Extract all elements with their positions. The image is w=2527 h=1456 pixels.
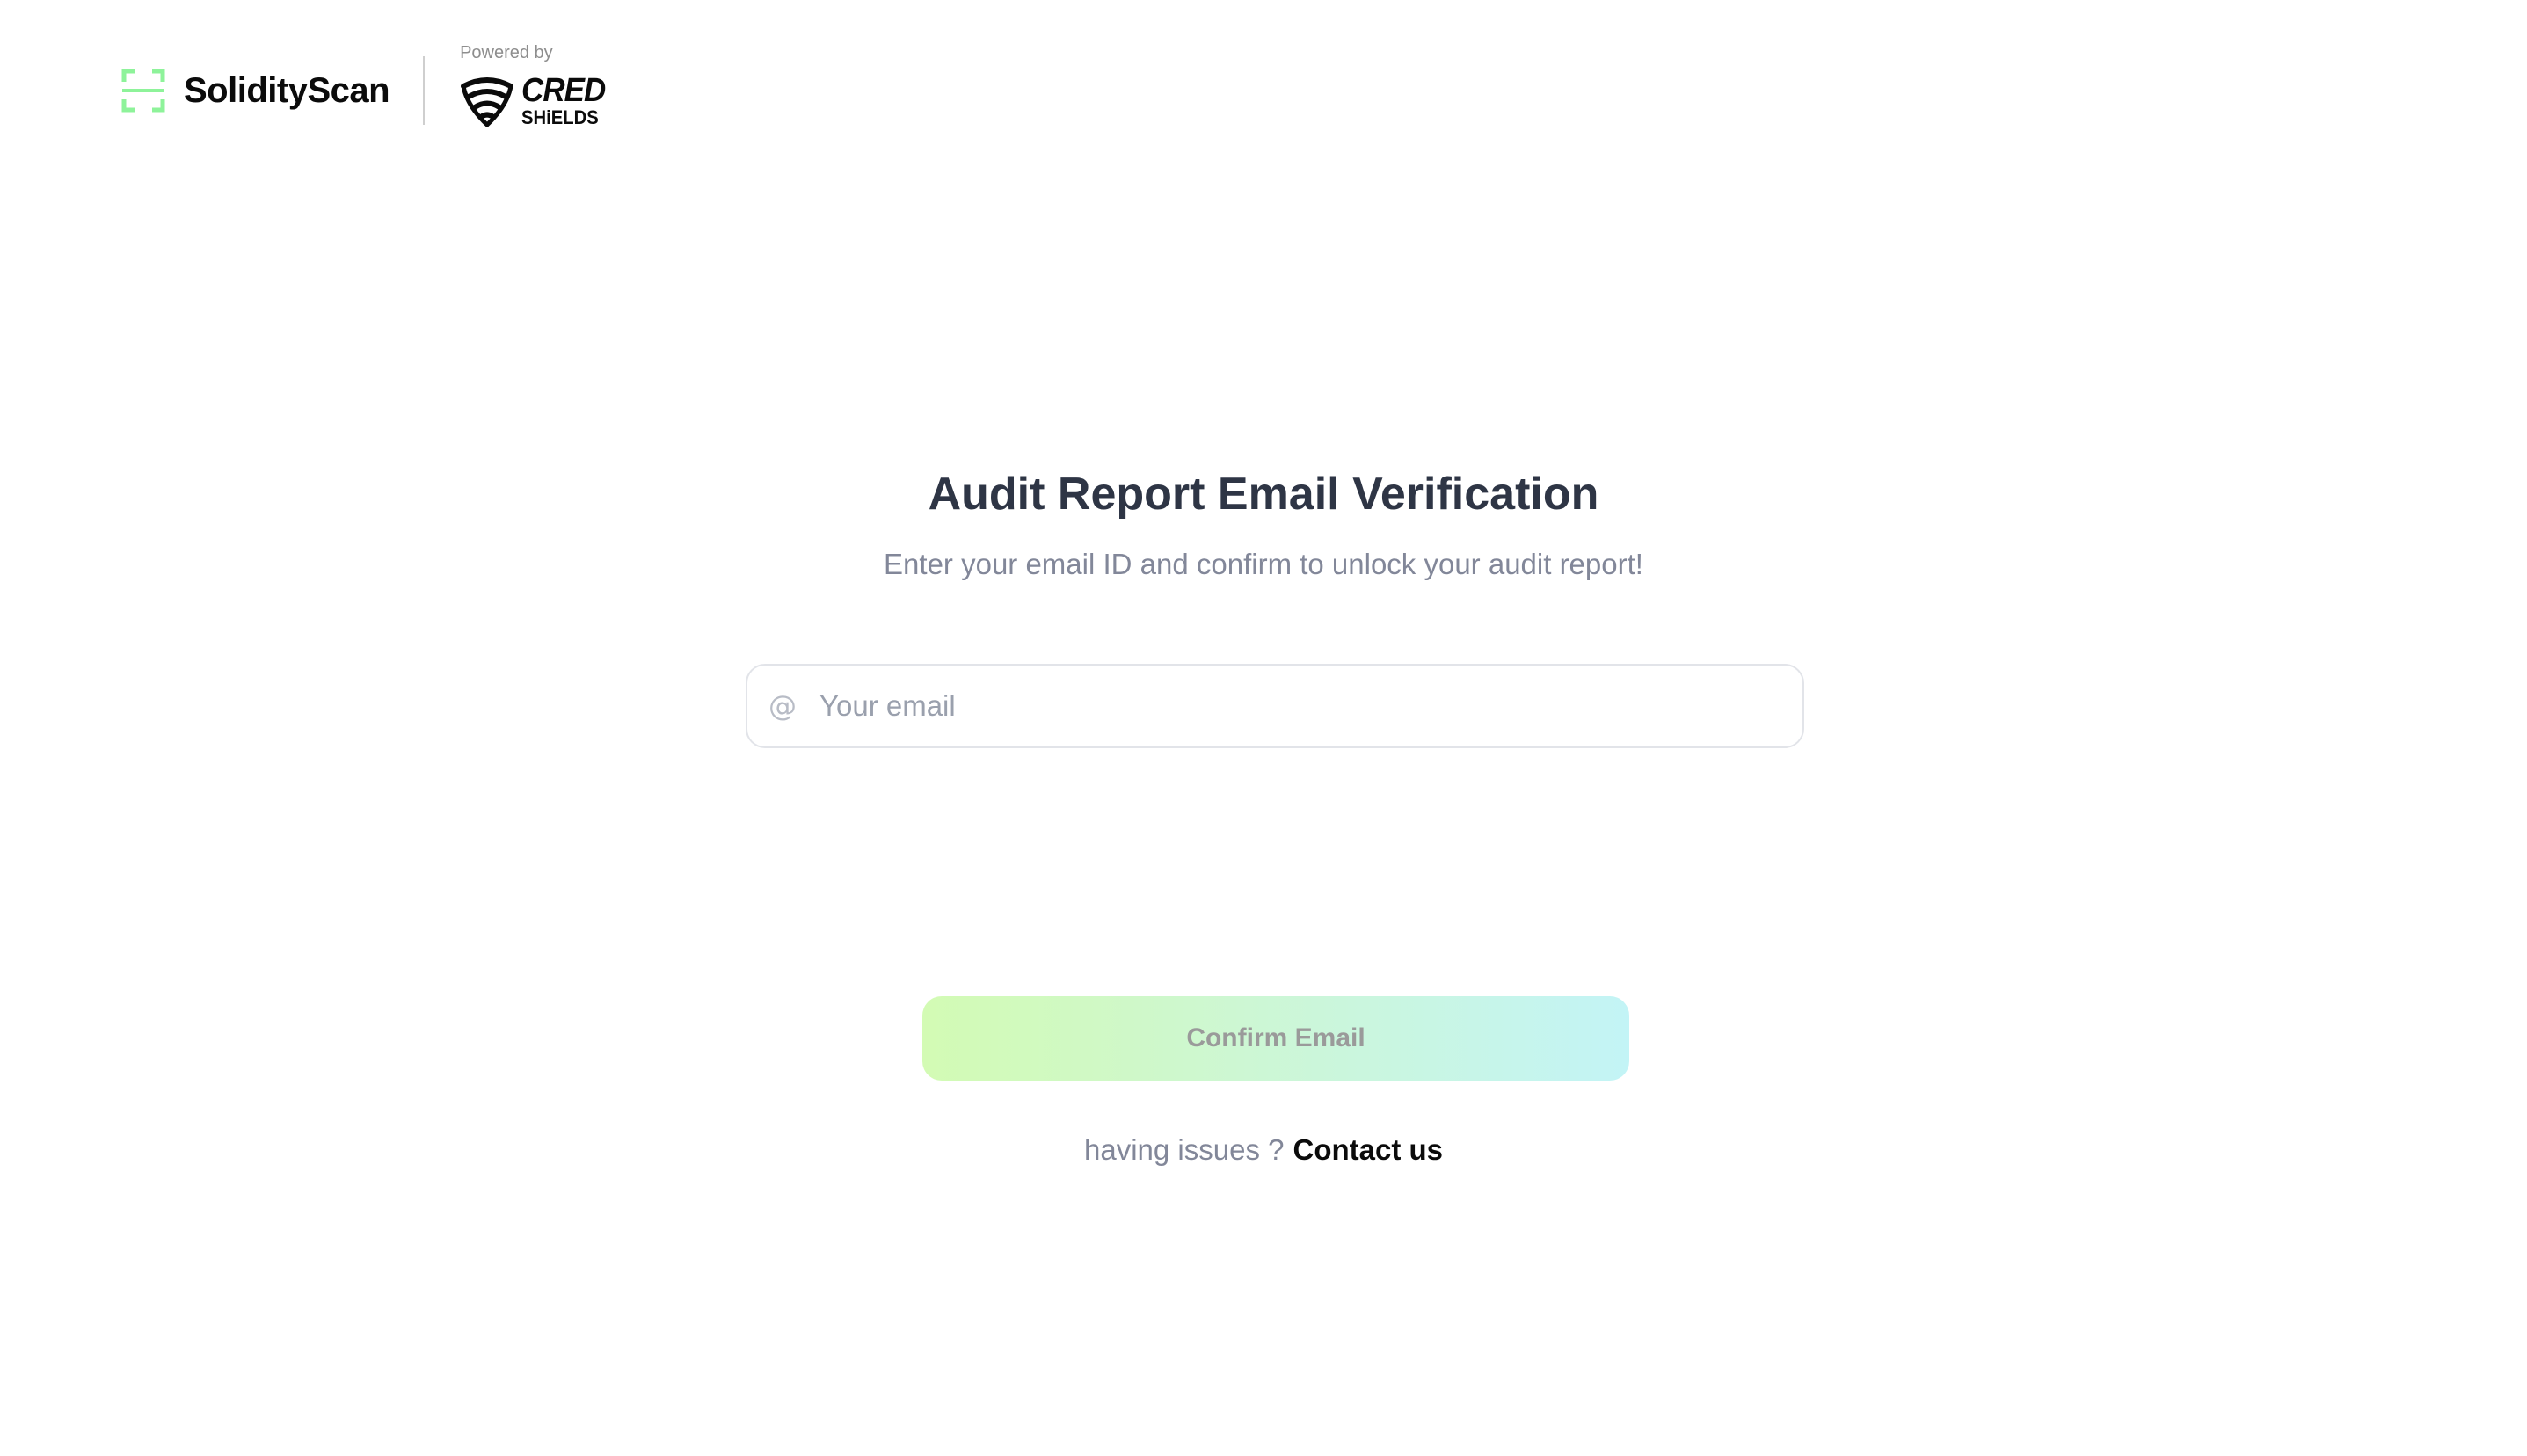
header-divider bbox=[423, 56, 426, 125]
email-input[interactable] bbox=[819, 680, 1802, 732]
powered-by-label: Powered by bbox=[460, 43, 553, 62]
at-icon: @ bbox=[768, 689, 797, 723]
scan-frame-icon bbox=[121, 69, 165, 113]
email-verification-page: SolidityScan Powered by CRED SHiELDS Aud… bbox=[0, 0, 2527, 1456]
shield-wifi-icon bbox=[461, 76, 514, 127]
credshields-wordmark-line1: CRED bbox=[521, 72, 606, 109]
page-subtitle: Enter your email ID and confirm to unloc… bbox=[884, 548, 1643, 580]
credshields-wordmark-line2: SHiELDS bbox=[521, 106, 599, 128]
credshields-logo[interactable]: CRED SHiELDS bbox=[460, 74, 613, 127]
contact-us-link[interactable]: Contact us bbox=[1293, 1133, 1443, 1166]
page-title: Audit Report Email Verification bbox=[928, 469, 1599, 520]
email-field[interactable]: @ bbox=[746, 664, 1804, 748]
credshields-wordmark: CRED SHiELDS bbox=[521, 74, 613, 127]
help-text: having issues ? bbox=[1084, 1133, 1285, 1166]
brand-name: SolidityScan bbox=[184, 71, 390, 110]
help-line: having issues ? Contact us bbox=[0, 1131, 2527, 1169]
solidityscan-logo[interactable]: SolidityScan bbox=[120, 64, 390, 117]
confirm-email-button[interactable]: Confirm Email bbox=[922, 996, 1629, 1081]
powered-by: Powered by CRED SHiELDS bbox=[460, 42, 613, 139]
header: SolidityScan Powered by CRED SHiELDS bbox=[120, 42, 613, 139]
